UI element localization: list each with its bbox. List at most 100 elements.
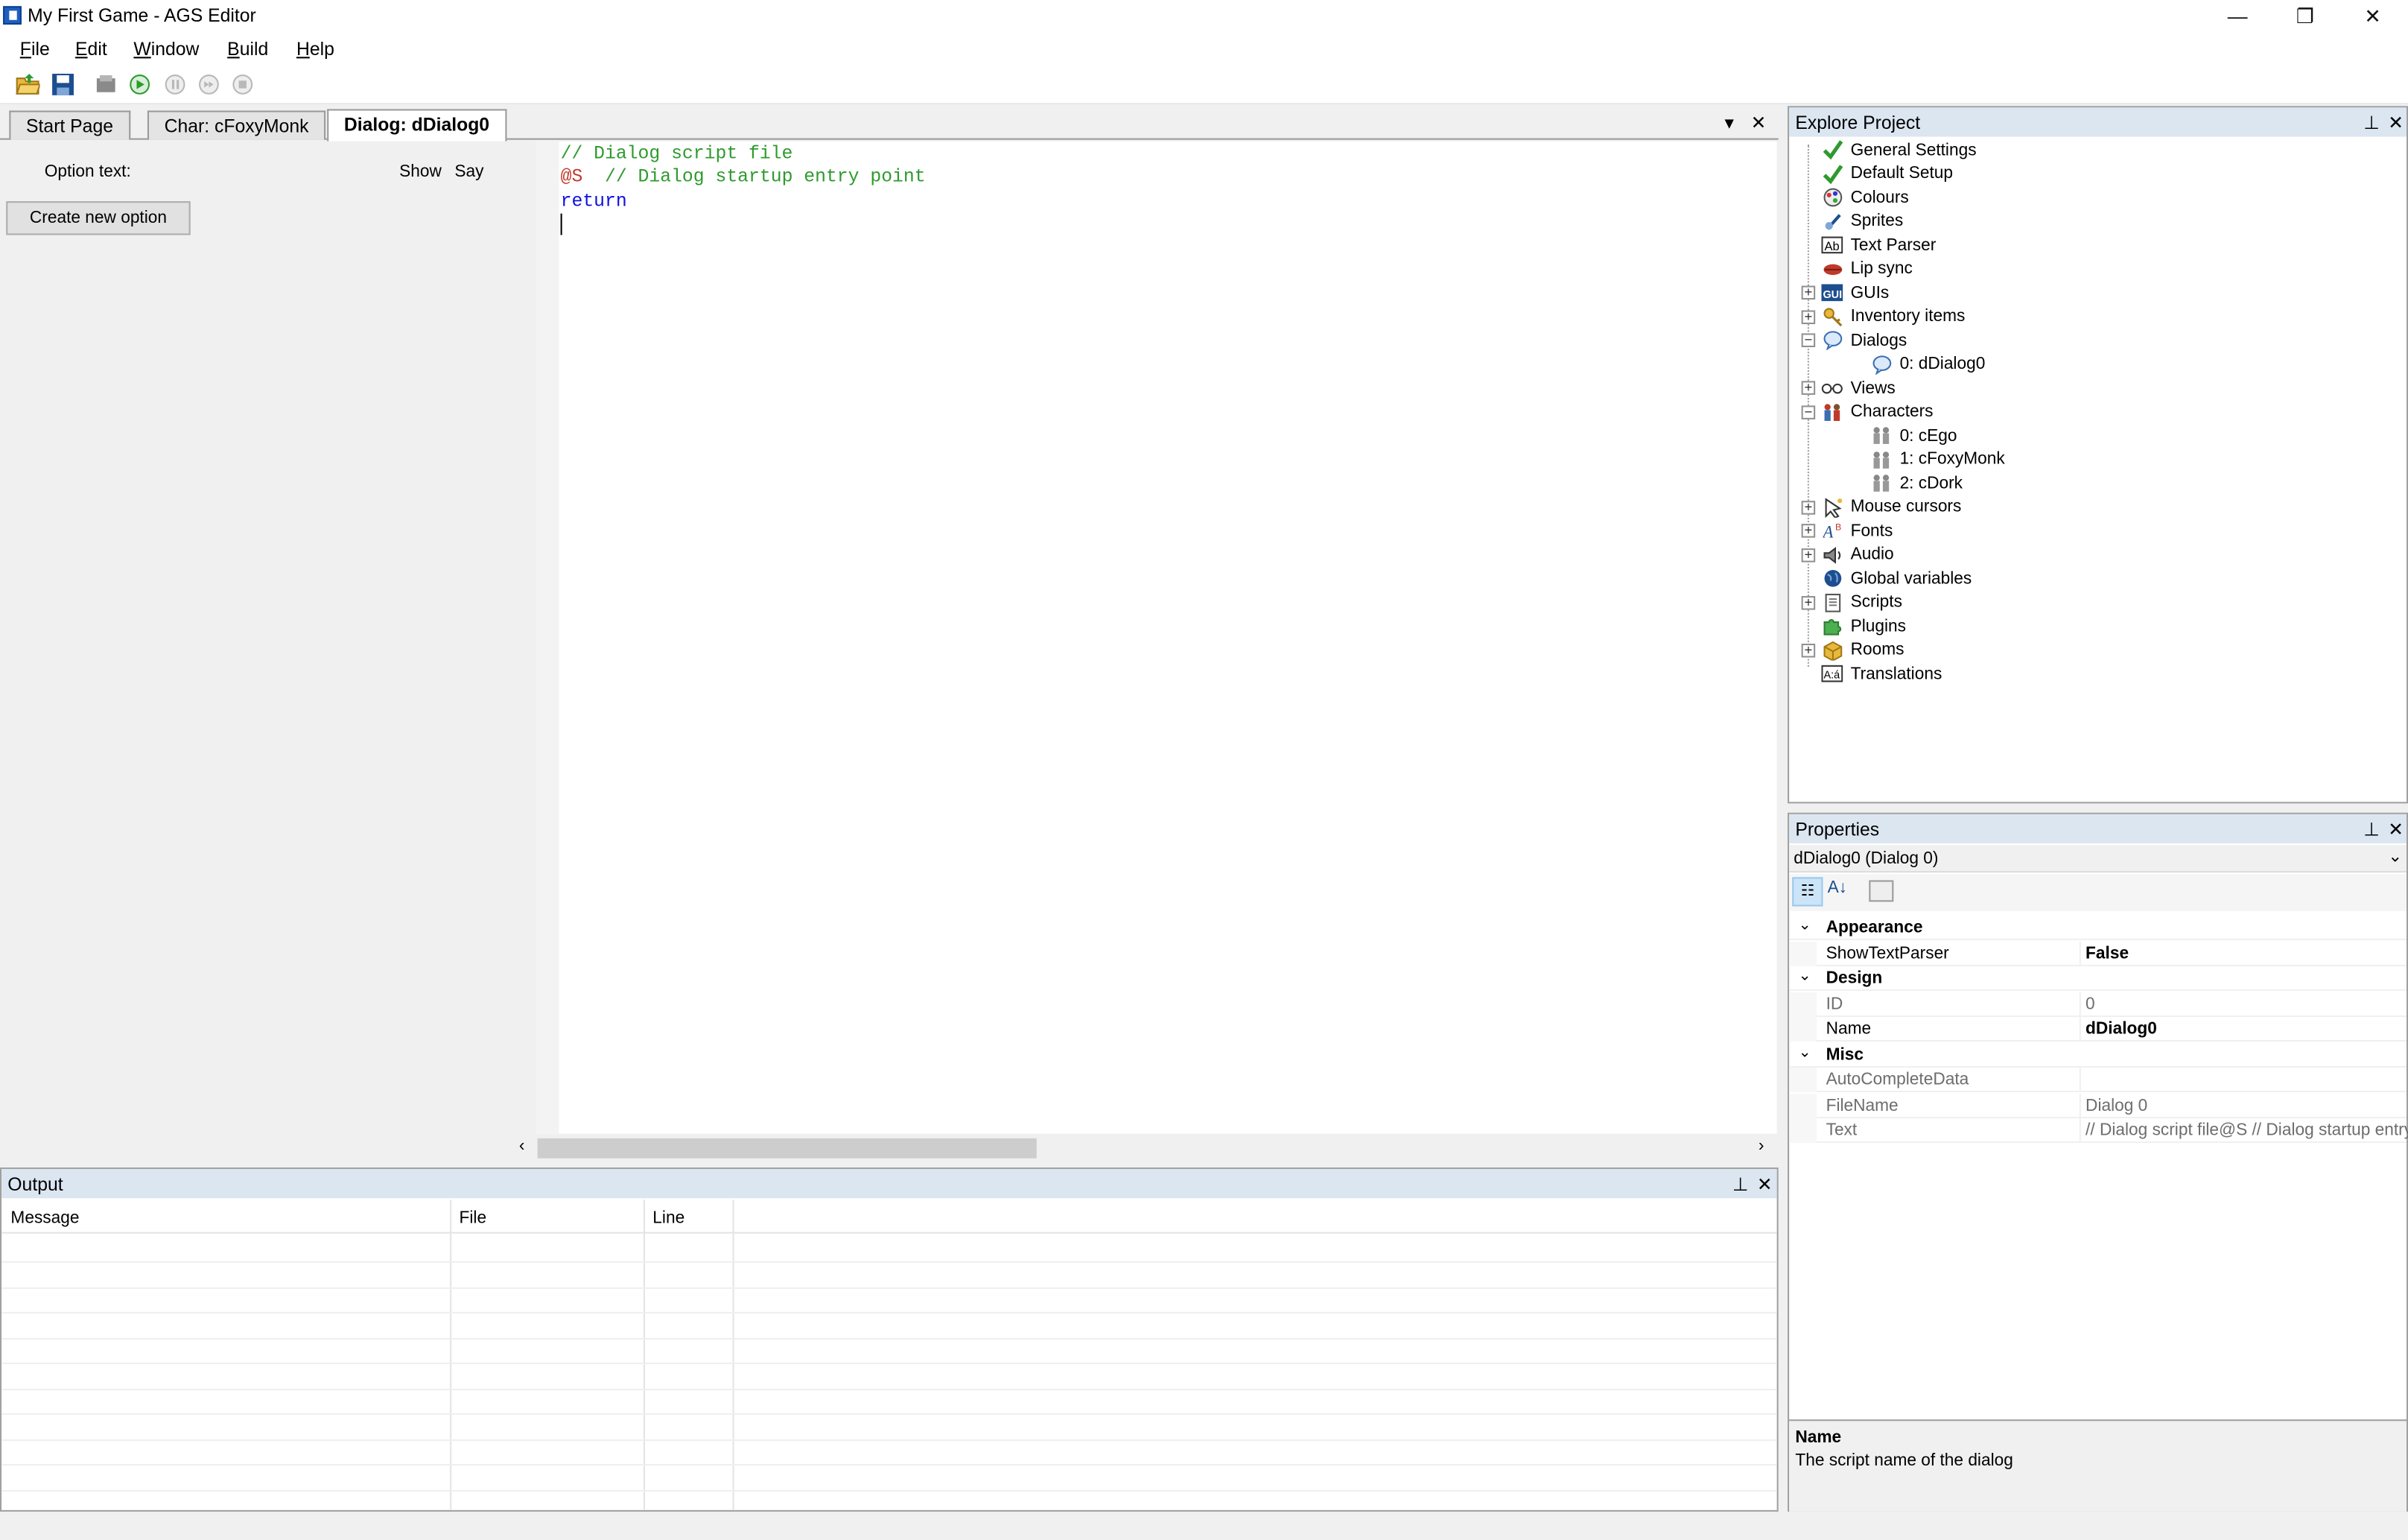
property-row[interactable]: ShowTextParser False	[1789, 940, 2407, 966]
close-window-button[interactable]: ✕	[2337, 0, 2408, 32]
tree-item-translations[interactable]: A:á Translations	[1798, 662, 1942, 685]
chevron-down-icon[interactable]: ⌄	[2388, 846, 2402, 866]
tree-item-colours[interactable]: Colours	[1798, 186, 1909, 209]
property-row[interactable]: Text // Dialog script file@S // Dialog st…	[1789, 1118, 2408, 1144]
chevron-down-icon[interactable]: ⌄	[1798, 917, 1811, 934]
pin-icon[interactable]: ⊥	[1732, 1173, 1749, 1195]
script-editor[interactable]: // Dialog script file @S // Dialog start…	[536, 141, 1777, 1134]
menu-build[interactable]: Build	[227, 39, 268, 60]
tree-expander: +	[1798, 642, 1818, 657]
property-value[interactable]: 0	[2085, 995, 2095, 1013]
output-pane: Output ⊥ ✕ Message File Line	[0, 1167, 1779, 1512]
tab-dialog-ddialog0[interactable]: Dialog: dDialog0	[327, 109, 506, 142]
close-properties-icon[interactable]: ✕	[2388, 819, 2404, 840]
step-icon[interactable]	[197, 72, 221, 97]
tree-item-lip-sync[interactable]: Lip sync	[1798, 257, 1913, 280]
menu-file[interactable]: File	[20, 39, 50, 60]
property-row[interactable]: Name dDialog0	[1789, 1016, 2407, 1042]
categorized-icon[interactable]: ☷	[1792, 877, 1823, 907]
tree-item-default-setup[interactable]: Default Setup	[1798, 162, 1953, 186]
collapse-icon[interactable]: −	[1801, 404, 1816, 419]
expand-icon[interactable]: +	[1801, 523, 1816, 538]
scroll-left-icon[interactable]: ‹	[519, 1137, 525, 1156]
tree-item-fonts[interactable]: + A B Fonts	[1798, 519, 1893, 542]
property-category[interactable]: ⌄ Appearance	[1789, 916, 2407, 940]
pause-icon[interactable]	[163, 72, 188, 97]
close-explorer-icon[interactable]: ✕	[2388, 113, 2404, 134]
expand-icon[interactable]: +	[1801, 380, 1816, 395]
tree-item-rooms[interactable]: + Rooms	[1798, 639, 1904, 662]
close-tab-icon[interactable]: ✕	[1751, 113, 1767, 134]
svg-text:B: B	[1834, 522, 1840, 532]
tree-item-characters[interactable]: − Characters	[1798, 400, 1934, 423]
tree-item-plugins[interactable]: Plugins	[1798, 615, 1906, 638]
tree-item-sprites[interactable]: Sprites	[1798, 209, 1903, 232]
create-new-option-button[interactable]: Create new option	[6, 201, 191, 235]
stop-icon[interactable]	[230, 72, 255, 97]
menu-edit[interactable]: Edit	[75, 39, 107, 60]
tree-item-1-cfoxymonk[interactable]: 1: cFoxyMonk	[1847, 448, 2005, 471]
tree-item-dialogs[interactable]: − Dialogs	[1798, 329, 1907, 352]
alphabetical-icon[interactable]: A↓	[1828, 878, 1847, 897]
property-pages-icon[interactable]	[1869, 880, 1894, 902]
expand-icon[interactable]: +	[1801, 308, 1816, 324]
collapse-icon[interactable]: −	[1801, 332, 1816, 347]
property-row[interactable]: AutoCompleteData	[1789, 1068, 2407, 1093]
object-selector[interactable]: dDialog0 (Dialog 0) ⌄	[1789, 845, 2407, 873]
explore-project-pane: Explore Project ⊥ ✕ General Settings Defa…	[1788, 106, 2408, 804]
expand-icon[interactable]: +	[1801, 595, 1816, 609]
tab-list-dropdown-icon[interactable]: ▾	[1725, 113, 1734, 134]
tree-item-mouse-cursors[interactable]: + Mouse cursors	[1798, 495, 1961, 519]
tree-item-inventory-items[interactable]: + Inventory items	[1798, 305, 1965, 328]
tree-item-2-cdork[interactable]: 2: cDork	[1847, 472, 1963, 495]
tree-item-general-settings[interactable]: General Settings	[1798, 139, 1977, 162]
property-value[interactable]: dDialog0	[2085, 1020, 2157, 1039]
tree-item-label: Scripts	[1850, 592, 1902, 612]
property-value[interactable]: // Dialog script file@S // Dialog startu…	[2085, 1121, 2408, 1140]
menu-help[interactable]: Help	[296, 39, 334, 60]
chevron-down-icon[interactable]: ⌄	[1798, 968, 1811, 985]
tree-item-0-cego[interactable]: 0: cEgo	[1847, 424, 1957, 447]
pin-icon[interactable]: ⊥	[2363, 113, 2380, 134]
minimize-button[interactable]: —	[2202, 0, 2273, 32]
property-value[interactable]: Dialog 0	[2085, 1096, 2147, 1115]
tree-item-text-parser[interactable]: Ab Text Parser	[1798, 233, 1936, 256]
expand-icon[interactable]: +	[1801, 285, 1816, 300]
speech-bubble-icon	[1870, 354, 1892, 375]
tree-expander: +	[1798, 595, 1818, 609]
build-icon[interactable]	[94, 72, 118, 97]
expand-icon[interactable]: +	[1801, 499, 1816, 514]
column-file[interactable]: File	[460, 1209, 487, 1228]
tree-item-views[interactable]: + Views	[1798, 376, 1896, 399]
expand-icon[interactable]: +	[1801, 642, 1816, 657]
open-folder-icon[interactable]	[16, 72, 42, 97]
property-value[interactable]: False	[2085, 944, 2129, 963]
property-category[interactable]: ⌄ Design	[1789, 966, 2407, 991]
tree-item-guis[interactable]: + GUI GUIs	[1798, 281, 1889, 304]
column-line[interactable]: Line	[652, 1209, 684, 1228]
property-row[interactable]: ID 0	[1789, 991, 2407, 1016]
tree-item-scripts[interactable]: + Scripts	[1798, 591, 1902, 614]
close-output-icon[interactable]: ✕	[1757, 1173, 1773, 1195]
save-icon[interactable]	[51, 72, 75, 97]
property-row[interactable]: FileName Dialog 0	[1789, 1093, 2407, 1118]
tree-item-label: Default Setup	[1850, 164, 1954, 183]
tree-item-global-variables[interactable]: Global variables	[1798, 567, 1972, 590]
show-column-label: Show	[399, 162, 442, 182]
column-message[interactable]: Message	[10, 1209, 79, 1228]
tree-item-audio[interactable]: + Audio	[1798, 543, 1894, 566]
menu-window[interactable]: Window	[133, 39, 199, 60]
tab-char-cfoxymonk[interactable]: Char: cFoxyMonk	[147, 110, 326, 140]
expand-icon[interactable]: +	[1801, 547, 1816, 562]
scroll-right-icon[interactable]: ›	[1759, 1137, 1764, 1156]
restore-button[interactable]: ❐	[2269, 0, 2340, 32]
horizontal-scrollbar[interactable]: ‹ ›	[514, 1135, 1777, 1162]
tree-item-label: Global variables	[1850, 568, 1972, 588]
scrollbar-thumb[interactable]	[537, 1138, 1037, 1159]
run-icon[interactable]	[127, 72, 152, 97]
tab-start-page[interactable]: Start Page	[9, 110, 130, 140]
property-category[interactable]: ⌄ Misc	[1789, 1042, 2407, 1067]
tree-item-0-ddialog0[interactable]: 0: dDialog0	[1847, 352, 1985, 376]
chevron-down-icon[interactable]: ⌄	[1798, 1044, 1811, 1061]
pin-icon[interactable]: ⊥	[2363, 819, 2380, 840]
